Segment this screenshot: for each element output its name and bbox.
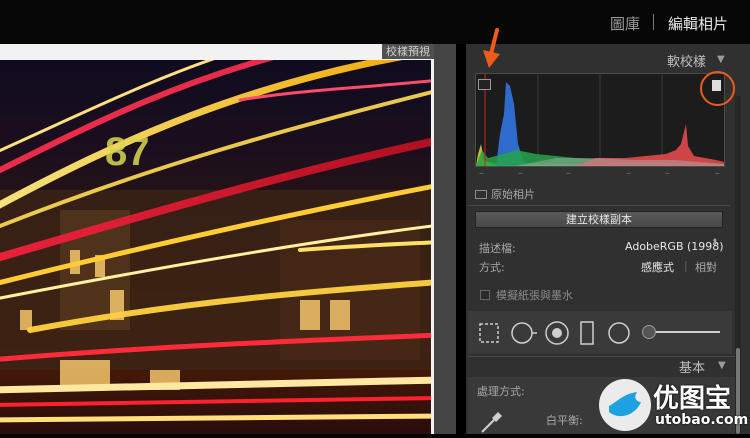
module-separator [653, 14, 654, 30]
create-proof-copy-button[interactable]: 建立校樣副本 [475, 211, 723, 228]
watermark-url: utobao.com [655, 412, 749, 428]
histogram [475, 73, 725, 167]
triangle-down-icon[interactable]: ▼ [718, 360, 726, 371]
image-stage: 校樣預視 87 [0, 44, 456, 434]
module-library[interactable]: 圖庫 [610, 13, 640, 34]
crop-overlay-icon[interactable] [478, 322, 500, 344]
graduated-filter-icon[interactable] [578, 320, 596, 346]
range-mark: – [518, 168, 523, 179]
range-mark: – [715, 168, 720, 179]
proof-preview-label: 校樣預視 [382, 44, 434, 59]
range-mark: – [566, 168, 571, 179]
profile-select[interactable]: AdobeRGB (1998) [625, 240, 724, 253]
intent-label: 方式: [479, 261, 505, 274]
histogram-graph [476, 74, 724, 166]
gamut-warning-monitor-icon[interactable] [478, 79, 491, 90]
eyedropper-icon[interactable] [478, 410, 504, 434]
module-develop[interactable]: 編輯相片 [668, 13, 728, 34]
divider [468, 205, 730, 206]
annotation-arrow-icon [483, 28, 500, 68]
original-photo-icon[interactable] [475, 190, 487, 199]
intent-divider: | [684, 259, 688, 272]
range-mark: – [665, 168, 670, 179]
range-mark: – [626, 168, 631, 179]
photo-number-sign: 87 [105, 130, 150, 174]
red-eye-icon[interactable] [544, 320, 570, 346]
original-photo-label[interactable]: 原始相片 [491, 186, 535, 202]
brush-slider-track[interactable] [650, 331, 720, 333]
proof-frame: 校樣預視 87 [0, 44, 434, 434]
simulate-paper-ink-checkbox[interactable] [480, 290, 490, 300]
annotation-circle [700, 71, 735, 106]
treatment-label: 處理方式: [477, 385, 525, 398]
photo-artwork: 87 [0, 60, 431, 423]
range-mark: – [479, 168, 484, 179]
white-balance-label: 白平衡: [546, 414, 583, 427]
simulate-paper-ink-label[interactable]: 模擬紙張與墨水 [496, 287, 573, 303]
updown-caret-icon[interactable]: ⬍ [711, 238, 719, 248]
site-watermark: 优图宝 utobao.com [593, 372, 750, 434]
photo-light-trails: 87 [0, 60, 431, 434]
radial-filter-icon[interactable] [606, 320, 632, 346]
intent-perceptual-option[interactable]: 感應式 [641, 259, 674, 275]
intent-relative-option[interactable]: 相對 [695, 259, 717, 275]
watermark-brand: 优图宝 [653, 384, 732, 414]
adjustment-brush-icon[interactable] [642, 325, 656, 339]
spot-removal-icon[interactable] [510, 320, 538, 346]
triangle-down-icon[interactable]: ▼ [717, 54, 725, 65]
soft-proofing-header[interactable]: 軟校樣 [667, 51, 706, 70]
profile-label: 描述檔: [479, 242, 516, 255]
